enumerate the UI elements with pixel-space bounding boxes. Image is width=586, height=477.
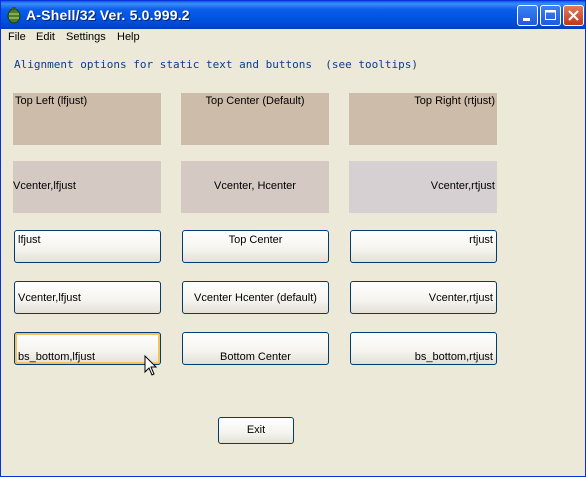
button-bottom-lfjust[interactable]: bs_bottom,lfjust [14, 332, 161, 365]
button-label: Top Center [228, 234, 283, 246]
button-vcenter-rtjust[interactable]: Vcenter,rtjust [350, 281, 497, 314]
app-window: A-Shell/32 Ver. 5.0.999.2 File Edit Sett… [0, 0, 586, 477]
static-label: Top Left (lfjust) [15, 95, 88, 107]
button-label: lfjust [18, 234, 41, 246]
title-bar[interactable]: A-Shell/32 Ver. 5.0.999.2 [1, 1, 585, 29]
menu-file[interactable]: File [8, 31, 26, 43]
static-label: Vcenter,lfjust [13, 180, 76, 192]
static-vcenter-hcenter: Vcenter, Hcenter [181, 161, 329, 213]
exit-button[interactable]: Exit [218, 417, 294, 444]
button-label: Bottom Center [220, 351, 291, 363]
button-bottom-center[interactable]: Bottom Center [182, 332, 329, 365]
button-label: Vcenter Hcenter (default) [194, 292, 317, 304]
static-top-right: Top Right (rtjust) [349, 93, 497, 145]
static-label: Top Right (rtjust) [414, 95, 495, 107]
button-bottom-rtjust[interactable]: bs_bottom,rtjust [350, 332, 497, 365]
static-top-center: Top Center (Default) [181, 93, 329, 145]
minimize-button[interactable] [517, 5, 538, 26]
static-label: Vcenter,rtjust [430, 180, 495, 192]
static-label: Vcenter, Hcenter [214, 180, 296, 192]
minimize-icon [523, 18, 530, 21]
button-lfjust[interactable]: lfjust [14, 230, 161, 263]
button-top-center[interactable]: Top Center [182, 230, 329, 263]
app-icon [7, 7, 21, 24]
close-button[interactable] [563, 5, 584, 26]
maximize-button[interactable] [540, 5, 561, 26]
mouse-cursor-icon [144, 355, 158, 376]
button-label: rtjust [469, 234, 493, 246]
window-title: A-Shell/32 Ver. 5.0.999.2 [26, 7, 190, 23]
button-label: Vcenter,rtjust [428, 292, 493, 304]
button-rtjust[interactable]: rtjust [350, 230, 497, 263]
menu-bar: File Edit Settings Help [1, 29, 585, 47]
button-label: bs_bottom,rtjust [414, 351, 493, 363]
close-icon [568, 10, 579, 21]
static-top-left: Top Left (lfjust) [13, 93, 161, 145]
maximize-icon [545, 10, 556, 20]
button-label: Vcenter,lfjust [18, 292, 81, 304]
static-label: Top Center (Default) [205, 95, 305, 107]
menu-edit[interactable]: Edit [36, 31, 55, 43]
button-label: bs_bottom,lfjust [18, 351, 96, 363]
menu-help[interactable]: Help [117, 31, 140, 43]
menu-settings[interactable]: Settings [66, 31, 106, 43]
static-vcenter-left: Vcenter,lfjust [13, 161, 161, 213]
static-vcenter-right: Vcenter,rtjust [349, 161, 497, 213]
button-vcenter-hcenter[interactable]: Vcenter Hcenter (default) [182, 281, 329, 314]
button-vcenter-lfjust[interactable]: Vcenter,lfjust [14, 281, 161, 314]
alignment-heading: Alignment options for static text and bu… [14, 58, 418, 71]
